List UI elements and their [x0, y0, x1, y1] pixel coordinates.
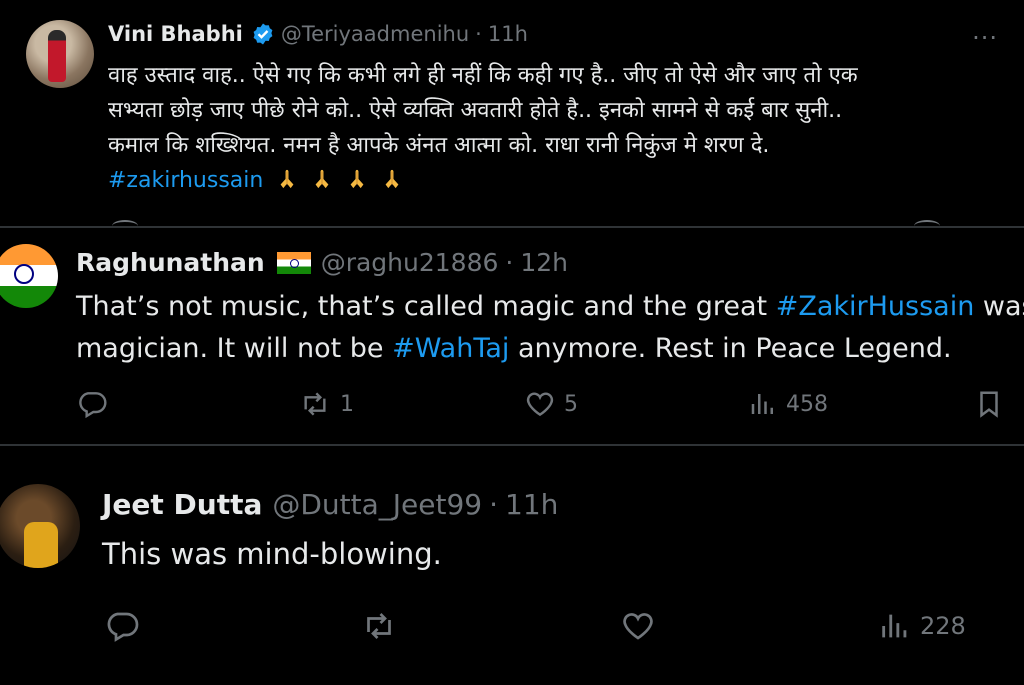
user-handle[interactable]: @raghu21886	[321, 248, 499, 277]
avatar-figure	[24, 522, 58, 568]
folded-hands-icon	[385, 169, 399, 189]
bookmark-button[interactable]	[974, 388, 1004, 420]
like-count: 5	[564, 391, 578, 417]
separator-dot: ·	[489, 488, 499, 521]
retweet-button[interactable]: 1	[298, 388, 354, 420]
folded-hands-icon	[350, 169, 364, 189]
avatar[interactable]	[26, 20, 94, 88]
tweet-text-segment: was a	[982, 291, 1024, 322]
hashtag-link[interactable]: #WahTaj	[392, 333, 509, 364]
timestamp[interactable]: 12h	[520, 248, 568, 277]
timestamp[interactable]: 11h	[505, 488, 558, 521]
tweet[interactable]: Jeet Dutta @Dutta_Jeet99 · 11h This was …	[0, 444, 1024, 685]
avatar[interactable]	[0, 484, 80, 568]
tweet-header: Jeet Dutta @Dutta_Jeet99 · 11h	[102, 488, 558, 521]
views-button[interactable]: 228	[878, 608, 966, 644]
india-flag-icon	[276, 251, 311, 274]
retweet-button[interactable]	[360, 608, 406, 644]
more-options-icon[interactable]: ···	[972, 24, 998, 52]
retweet-icon	[304, 392, 326, 416]
tweet-actions: 1 5 458	[0, 388, 1024, 428]
tweet-text-line: magician. It will not be #WahTaj anymore…	[76, 328, 1024, 370]
user-handle[interactable]: @Dutta_Jeet99	[272, 488, 482, 521]
tweet-text: वाह उस्ताद वाह.. ऐसे गए कि कभी लगे ही नह…	[108, 58, 858, 198]
folded-hands-icon	[315, 169, 329, 189]
display-name[interactable]: Vini Bhabhi	[108, 22, 243, 46]
folded-hands-icon	[280, 169, 294, 189]
tweet-text-segment: anymore. Rest in Peace Legend.	[509, 333, 952, 364]
tweet-text-segment: magician. It will not be	[76, 333, 393, 364]
like-button[interactable]: 5	[524, 388, 578, 420]
tweet-text-line: #zakirhussain	[108, 163, 858, 198]
like-button[interactable]	[620, 608, 664, 644]
views-button[interactable]: 458	[748, 388, 828, 420]
view-count: 458	[786, 391, 828, 417]
hashtag-link[interactable]: #zakirhussain	[108, 168, 263, 193]
avatar-figure	[48, 30, 66, 82]
reply-icon	[79, 392, 107, 419]
tweet-text-line: That’s not music, that’s called magic an…	[76, 286, 1024, 328]
tweet-text: This was mind-blowing.	[102, 537, 442, 571]
user-handle[interactable]: @Teriyaadmenihu	[281, 22, 469, 46]
tweet-actions	[0, 212, 1024, 226]
tweet[interactable]: Vini Bhabhi @Teriyaadmenihu · 11h ··· वा…	[0, 0, 1024, 226]
tweet-text-line: सभ्यता छोड़ जाए पीछे रोने को.. ऐसे व्यक्…	[108, 98, 843, 123]
bookmark-icon	[980, 391, 998, 418]
tweet-header: Vini Bhabhi @Teriyaadmenihu · 11h	[108, 22, 528, 46]
hashtag-link[interactable]: #ZakirHussain	[776, 291, 975, 322]
views-chart-icon	[882, 614, 907, 638]
verified-badge-icon	[253, 23, 273, 45]
reply-icon	[107, 612, 139, 642]
retweet-count: 1	[340, 391, 354, 417]
tweet-actions: 228	[0, 608, 1024, 648]
separator-dot: ·	[475, 22, 482, 46]
tweet-text-segment: That’s not music, that’s called magic an…	[76, 291, 776, 322]
tweet-text-line: वाह उस्ताद वाह.. ऐसे गए कि कभी लगे ही नह…	[108, 63, 858, 88]
tweet-header: Raghunathan @raghu21886 · 12h	[76, 248, 568, 277]
separator-dot: ·	[505, 248, 514, 277]
views-chart-icon	[751, 394, 773, 414]
retweet-icon	[367, 613, 391, 639]
view-count: 228	[920, 612, 966, 640]
display-name[interactable]: Raghunathan	[76, 248, 265, 277]
timestamp[interactable]: 11h	[488, 22, 528, 46]
tweet-text-line: कमाल कि शख्शियत. नमन है आपके अंनत आत्मा …	[108, 133, 770, 158]
tweet-text: That’s not music, that’s called magic an…	[76, 286, 1024, 370]
tweet[interactable]: Raghunathan @raghu21886 · 12h That’s not…	[0, 226, 1024, 446]
avatar[interactable]	[0, 244, 58, 308]
flag-chakra	[14, 264, 34, 284]
display-name[interactable]: Jeet Dutta	[102, 488, 262, 521]
heart-icon	[526, 392, 554, 417]
reply-button[interactable]	[104, 608, 148, 644]
heart-icon	[623, 613, 653, 640]
reply-button[interactable]	[76, 388, 116, 420]
